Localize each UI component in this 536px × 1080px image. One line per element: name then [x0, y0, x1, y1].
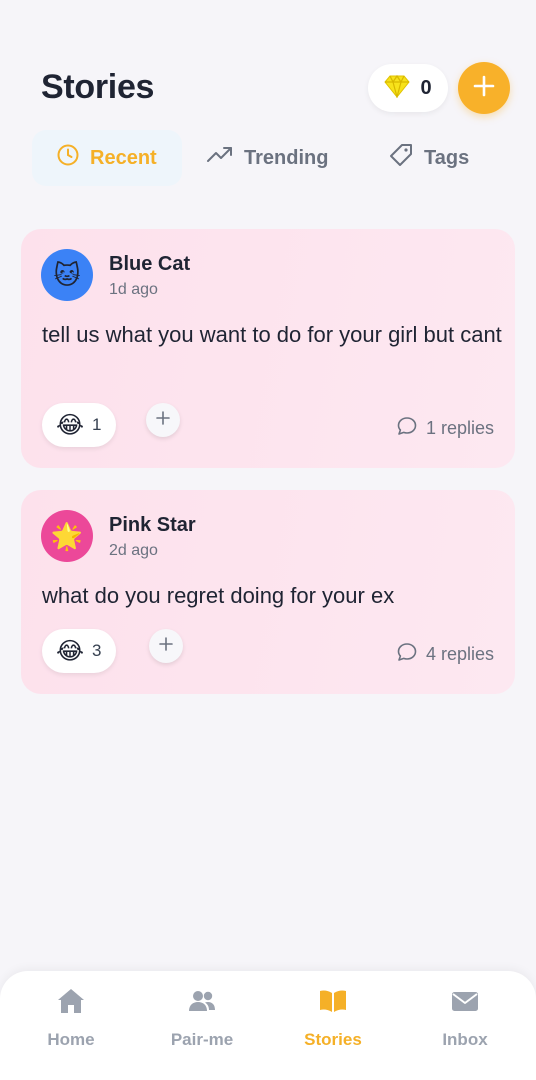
laughing-emoji-icon: 😂: [56, 637, 85, 665]
tab-label: Trending: [244, 146, 329, 169]
nav-label: Pair-me: [170, 1030, 234, 1049]
add-story-button[interactable]: [458, 62, 510, 114]
avatar[interactable]: 🐱: [41, 249, 93, 301]
stories-screen: Stories 0 Recent Trending Tags 🐱 Blue Ca…: [0, 0, 536, 1080]
post-time: 1d ago: [109, 281, 158, 298]
post-text: tell us what you want to do for your gir…: [42, 322, 502, 347]
replies-link[interactable]: 1 replies: [396, 415, 494, 442]
nav-home[interactable]: Home: [16, 987, 126, 1050]
bottom-nav: Home Pair-me Stories Inbox: [0, 971, 536, 1080]
plus-icon: [159, 636, 173, 656]
nav-stories[interactable]: Stories: [278, 987, 388, 1050]
add-reaction-button[interactable]: [149, 629, 183, 663]
reaction-count: 1: [92, 415, 102, 434]
reaction-chip[interactable]: 😂 1: [42, 403, 116, 447]
story-card[interactable]: 🐱 Blue Cat 1d ago tell us what you want …: [21, 229, 515, 468]
page-title: Stories: [41, 68, 155, 106]
mail-icon: [450, 987, 480, 1020]
post-text: what do you regret doing for your ex: [42, 583, 395, 608]
plus-icon: [156, 410, 170, 430]
replies-count: 1 replies: [425, 418, 494, 438]
story-card[interactable]: 🌟 Pink Star 2d ago what do you regret do…: [21, 490, 515, 694]
tab-tags[interactable]: Tags: [388, 130, 469, 186]
nav-pair-me[interactable]: Pair-me: [147, 987, 257, 1050]
gem-icon: [384, 74, 411, 103]
nav-label: Stories: [304, 1030, 362, 1049]
nav-label: Home: [47, 1030, 95, 1049]
reaction-chip[interactable]: 😂 3: [42, 629, 116, 673]
add-reaction-button[interactable]: [146, 403, 180, 437]
replies-count: 4 replies: [425, 644, 494, 664]
tag-icon: [388, 142, 414, 174]
avatar[interactable]: 🌟: [41, 510, 93, 562]
author-name: Pink Star: [109, 514, 196, 536]
nav-inbox[interactable]: Inbox: [410, 987, 520, 1050]
trending-up-icon: [206, 143, 234, 173]
home-icon: [56, 987, 86, 1020]
story-tabs: Recent Trending Tags: [0, 130, 536, 188]
post-time: 2d ago: [109, 542, 158, 559]
replies-link[interactable]: 4 replies: [396, 641, 494, 668]
clock-icon: [56, 143, 80, 173]
star-icon: 🌟: [50, 520, 84, 551]
tab-label: Recent: [90, 146, 157, 169]
tab-trending[interactable]: Trending: [206, 130, 328, 186]
laughing-emoji-icon: 😂: [56, 411, 85, 439]
users-icon: [187, 987, 217, 1020]
nav-label: Inbox: [442, 1030, 488, 1049]
gem-balance[interactable]: 0: [368, 64, 448, 112]
tab-recent[interactable]: Recent: [32, 130, 182, 186]
gem-count: 0: [420, 76, 432, 99]
plus-icon: [472, 74, 496, 103]
tab-label: Tags: [424, 146, 470, 169]
comment-icon: [396, 415, 418, 442]
book-open-icon: [318, 987, 348, 1020]
author-name: Blue Cat: [109, 253, 191, 275]
comment-icon: [396, 641, 418, 668]
header: Stories 0: [0, 60, 536, 116]
cat-face-icon: 🐱: [53, 259, 81, 290]
reaction-count: 3: [92, 641, 102, 660]
